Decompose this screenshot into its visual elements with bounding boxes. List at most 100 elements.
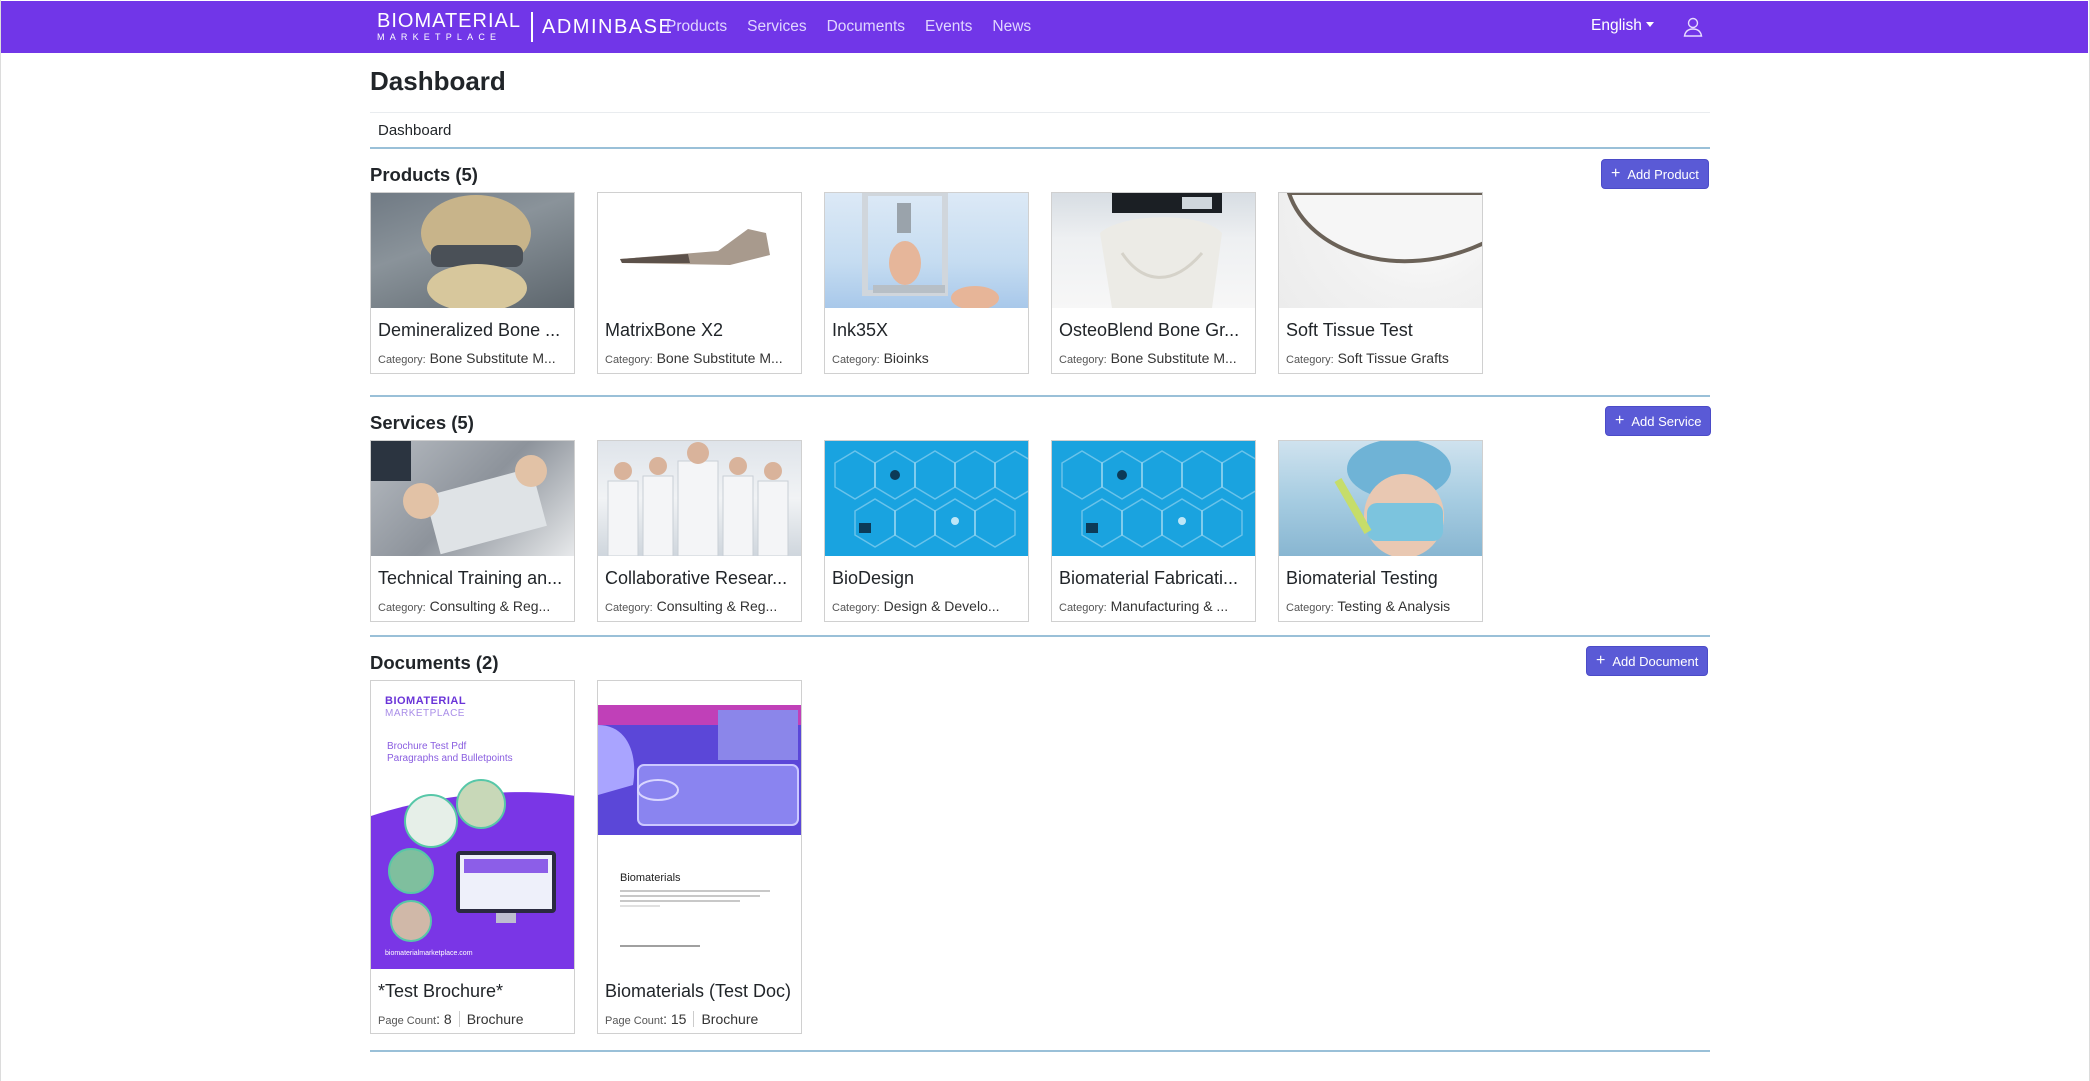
product-category: Category: Bone Substitute M... bbox=[378, 350, 570, 366]
product-name: MatrixBone X2 bbox=[605, 320, 724, 340]
plus-icon: + bbox=[1596, 652, 1606, 669]
service-card[interactable]: Collaborative Resear... Category: Consul… bbox=[597, 440, 802, 622]
category-key: Category: bbox=[605, 354, 653, 366]
category-value: Soft Tissue Grafts bbox=[1337, 350, 1449, 366]
nav-link-news[interactable]: News bbox=[992, 18, 1031, 36]
section-divider bbox=[370, 1050, 1710, 1052]
service-image bbox=[1052, 441, 1255, 556]
service-image bbox=[598, 441, 801, 556]
service-name: Biomaterial Fabricati... bbox=[1059, 568, 1239, 588]
brand-adminbase: ADMINBASE bbox=[542, 15, 674, 38]
add-document-label: Add Document bbox=[1612, 653, 1699, 669]
product-image bbox=[371, 193, 574, 308]
top-navbar: BIOMATERIAL MARKETPLACE ADMINBASE Produc… bbox=[1, 1, 2088, 53]
product-image bbox=[598, 193, 801, 308]
page-count-key: Page Count bbox=[605, 1015, 664, 1027]
document-name: Biomaterials (Test Doc) bbox=[605, 981, 792, 1001]
products-section-title: Products (5) bbox=[370, 164, 478, 185]
service-category: Category: Consulting & Reg... bbox=[605, 598, 797, 614]
document-type: Brochure bbox=[466, 1011, 524, 1027]
language-dropdown[interactable]: English bbox=[1591, 17, 1654, 35]
document-name: *Test Brochure* bbox=[378, 981, 504, 1001]
brand-line2: MARKETPLACE bbox=[377, 32, 502, 42]
product-card[interactable]: Ink35X Category: Bioinks bbox=[824, 192, 1029, 374]
section-divider bbox=[370, 635, 1710, 637]
category-key: Category: bbox=[1286, 602, 1334, 614]
document-cover: Biomaterials bbox=[598, 681, 801, 969]
service-name: Biomaterial Testing bbox=[1286, 568, 1438, 588]
nav-link-products[interactable]: Products bbox=[666, 18, 727, 36]
service-category: Category: Consulting & Reg... bbox=[378, 598, 570, 614]
nav-link-events[interactable]: Events bbox=[925, 18, 972, 36]
breadcrumb: Dashboard bbox=[370, 112, 1710, 149]
document-cover: BIOMATERIAL MARKETPLACE Brochure Test Pd… bbox=[371, 681, 574, 969]
product-category: Category: Bioinks bbox=[832, 350, 1024, 366]
service-card[interactable]: BioDesign Category: Design & Develo... bbox=[824, 440, 1029, 622]
product-card[interactable]: OsteoBlend Bone Gr... Category: Bone Sub… bbox=[1051, 192, 1256, 374]
category-key: Category: bbox=[1059, 602, 1107, 614]
product-card[interactable]: MatrixBone X2 Category: Bone Substitute … bbox=[597, 192, 802, 374]
document-meta: Page Count: 8 Brochure bbox=[378, 1011, 524, 1027]
document-type: Brochure bbox=[701, 1011, 759, 1027]
product-name: Soft Tissue Test bbox=[1286, 320, 1413, 340]
page-title: Dashboard bbox=[370, 66, 506, 96]
add-service-button[interactable]: + Add Service bbox=[1605, 406, 1712, 436]
document-meta: Page Count: 15 Brochure bbox=[605, 1011, 759, 1027]
add-document-button[interactable]: + Add Document bbox=[1586, 646, 1709, 676]
page-count-value: 15 bbox=[670, 1011, 687, 1027]
category-value: Bone Substitute M... bbox=[429, 350, 556, 366]
category-key: Category: bbox=[1286, 354, 1334, 366]
meta-separator bbox=[458, 1011, 460, 1027]
section-divider bbox=[370, 395, 1710, 397]
service-card[interactable]: Biomaterial Fabricati... Category: Manuf… bbox=[1051, 440, 1256, 622]
plus-icon: + bbox=[1611, 165, 1621, 182]
product-card[interactable]: Soft Tissue Test Category: Soft Tissue G… bbox=[1278, 192, 1483, 374]
plus-icon: + bbox=[1615, 412, 1625, 429]
category-key: Category: bbox=[378, 354, 426, 366]
category-value: Bone Substitute M... bbox=[656, 350, 783, 366]
service-category: Category: Manufacturing & ... bbox=[1059, 598, 1251, 614]
service-image bbox=[371, 441, 574, 556]
add-product-label: Add Product bbox=[1627, 166, 1699, 182]
product-name: Ink35X bbox=[832, 320, 889, 340]
cover-brand2: MARKETPLACE bbox=[385, 708, 465, 719]
cover-brand1: BIOMATERIAL bbox=[385, 695, 467, 707]
category-key: Category: bbox=[832, 354, 880, 366]
product-category: Category: Bone Substitute M... bbox=[605, 350, 797, 366]
nav-links: Products Services Documents Events News bbox=[666, 1, 1051, 53]
document-card[interactable]: Biomaterials Biomaterials (Test Doc) Pag… bbox=[597, 680, 802, 1034]
service-name: Collaborative Resear... bbox=[605, 568, 788, 588]
nav-link-services[interactable]: Services bbox=[747, 18, 806, 36]
page-count-value: 8 bbox=[443, 1011, 452, 1027]
cover-line1: Brochure Test Pdf bbox=[387, 741, 467, 752]
documents-section-title: Documents (2) bbox=[370, 652, 499, 673]
service-image bbox=[825, 441, 1028, 556]
cover-line2: Paragraphs and Bulletpoints bbox=[387, 753, 513, 764]
add-service-label: Add Service bbox=[1631, 413, 1702, 429]
breadcrumb-item-dashboard[interactable]: Dashboard bbox=[378, 122, 451, 139]
product-image bbox=[1052, 193, 1255, 308]
service-card[interactable]: Biomaterial Testing Category: Testing & … bbox=[1278, 440, 1483, 622]
service-category: Category: Testing & Analysis bbox=[1286, 598, 1478, 614]
product-card[interactable]: Demineralized Bone ... Category: Bone Su… bbox=[370, 192, 575, 374]
user-icon[interactable] bbox=[1681, 15, 1705, 39]
language-label: English bbox=[1591, 17, 1642, 34]
page-frame bbox=[0, 0, 2090, 1081]
add-product-button[interactable]: + Add Product bbox=[1601, 159, 1709, 189]
product-name: Demineralized Bone ... bbox=[378, 320, 561, 340]
document-card[interactable]: BIOMATERIAL MARKETPLACE Brochure Test Pd… bbox=[370, 680, 575, 1034]
category-value: Consulting & Reg... bbox=[656, 598, 778, 614]
page-count-key: Page Count bbox=[378, 1015, 437, 1027]
services-section-title: Services (5) bbox=[370, 412, 474, 433]
nav-link-documents[interactable]: Documents bbox=[827, 18, 905, 36]
brand-logo[interactable]: BIOMATERIAL MARKETPLACE ADMINBASE bbox=[377, 11, 673, 43]
service-card[interactable]: Technical Training an... Category: Consu… bbox=[370, 440, 575, 622]
category-key: Category: bbox=[378, 602, 426, 614]
category-key: Category: bbox=[832, 602, 880, 614]
product-category: Category: Bone Substitute M... bbox=[1059, 350, 1251, 366]
brand-separator bbox=[531, 12, 533, 42]
category-key: Category: bbox=[1059, 354, 1107, 366]
service-image bbox=[1279, 441, 1482, 556]
category-value: Testing & Analysis bbox=[1337, 598, 1451, 614]
product-image bbox=[1279, 193, 1482, 308]
